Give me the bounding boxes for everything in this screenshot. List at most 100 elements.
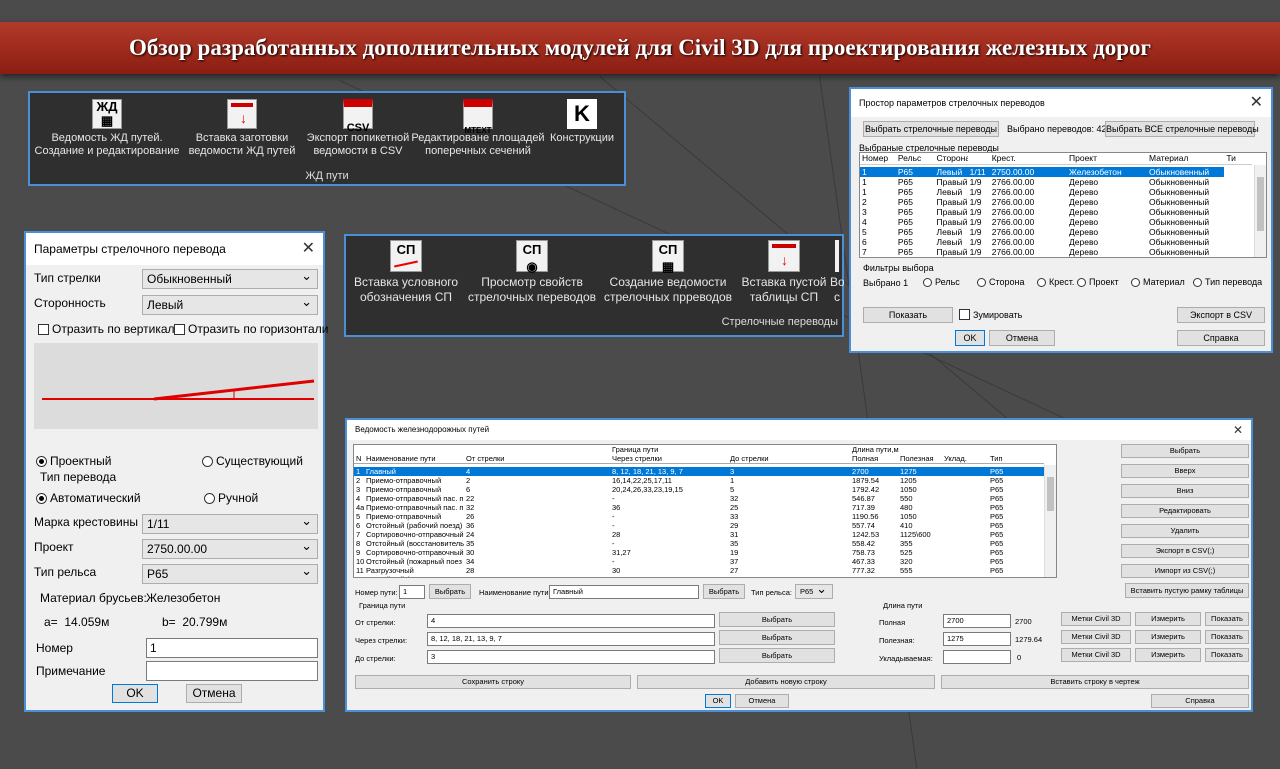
side-button[interactable]: Выбрать: [1121, 444, 1249, 458]
close-icon[interactable]: ✕: [302, 233, 315, 265]
side-select[interactable]: Левый: [142, 293, 318, 315]
marks-button[interactable]: Метки Civil 3D: [1061, 630, 1131, 644]
filter-radio[interactable]: Сторона: [977, 277, 1025, 287]
cut-off-button[interactable]: Во с: [830, 240, 844, 305]
constructions-button[interactable]: K Конструкции: [546, 99, 618, 145]
insert-tracks-template-button[interactable]: ↓ Вставка заготовки ведомости ЖД путей: [182, 99, 302, 158]
laid-length-input[interactable]: [943, 650, 1011, 664]
side-button[interactable]: Вниз: [1121, 484, 1249, 498]
table-row[interactable]: 1 Главный 4 8, 12, 18, 21, 13, 9, 7 3 2700 127…: [354, 466, 1044, 476]
track-number-input[interactable]: 1: [399, 585, 425, 599]
side-button[interactable]: Вверх: [1121, 464, 1249, 478]
measure-button[interactable]: Измерить: [1135, 648, 1201, 662]
track-name-input[interactable]: Главный: [549, 585, 699, 599]
filter-radio[interactable]: Проект: [1077, 277, 1119, 287]
pick-to-button[interactable]: Выбрать: [719, 648, 835, 663]
help-button[interactable]: Справка: [1151, 694, 1249, 708]
marks-button[interactable]: Метки Civil 3D: [1061, 612, 1131, 626]
list-item[interactable]: 1 Р65 Правый 1/9 2766.00.00 Дерево Обыкновенны…: [860, 177, 1252, 187]
measure-button[interactable]: Измерить: [1135, 630, 1201, 644]
save-row-button[interactable]: Сохранить строку: [355, 675, 631, 689]
close-icon[interactable]: ✕: [1233, 420, 1243, 440]
select-switches-button[interactable]: Выбрать стрелочные переводы: [863, 121, 999, 137]
cancel-button[interactable]: Отмена: [989, 330, 1055, 346]
pick-from-button[interactable]: Выбрать: [719, 612, 835, 627]
export-csv-button[interactable]: CSV Экспорт попикетной ведомости в CSV: [298, 99, 418, 158]
project-select[interactable]: 2750.00.00: [142, 537, 318, 559]
tracks-table[interactable]: Граница пути Длина пути,м N Наименование пу…: [353, 444, 1057, 578]
list-item[interactable]: 2 Р65 Правый 1/9 2766.00.00 Дерево Обыкновенны…: [860, 197, 1252, 207]
number-input[interactable]: 1: [146, 638, 318, 658]
full-length-input[interactable]: 2700: [943, 614, 1011, 628]
table-row[interactable]: 10 Отстойный (пожарный поез 34 - 37 467.33 320…: [354, 557, 1044, 566]
existing-radio[interactable]: Существующий: [202, 454, 303, 468]
flip-horizontal-checkbox[interactable]: Отразить по горизонтали: [174, 322, 328, 336]
showb-button[interactable]: Показать: [1205, 612, 1249, 626]
side-button[interactable]: Экспорт в CSV(;): [1121, 544, 1249, 558]
measure-button[interactable]: Измерить: [1135, 612, 1201, 626]
table-row[interactable]: 4а Приемо-отправочный пас. п 32 36 25 717.39 4…: [354, 503, 1044, 512]
add-row-button[interactable]: Добавить новую строку: [637, 675, 935, 689]
flip-vertical-checkbox[interactable]: Отразить по вертикали: [38, 322, 181, 336]
frog-mark-select[interactable]: 1/11: [142, 512, 318, 534]
designed-radio[interactable]: Проектный: [36, 454, 111, 468]
close-icon[interactable]: ✕: [1250, 89, 1263, 117]
pick-name-button[interactable]: Выбрать: [703, 584, 745, 599]
table-row[interactable]: 9 Сортировочно-отправочный 30 31,27 19 758.73…: [354, 548, 1044, 557]
rail-type-select[interactable]: Р65: [795, 582, 833, 599]
to-switch-input[interactable]: 3: [427, 650, 715, 664]
list-item[interactable]: 1 Р65 Левый 1/9 2766.00.00 Дерево Обыкновенный: [860, 187, 1252, 197]
list-item[interactable]: 6 Р65 Левый 1/9 2766.00.00 Дерево Обыкновенный: [860, 237, 1252, 247]
table-row[interactable]: 12Отстойный (снегоочистите1-упор1733.991…: [354, 575, 1044, 578]
through-switches-input[interactable]: 8, 12, 18, 21, 13, 9, 7: [427, 632, 715, 646]
insert-frame-button[interactable]: Вставить пустую рамку таблицы: [1125, 583, 1249, 598]
ok-button[interactable]: OK: [705, 694, 731, 708]
table-row[interactable]: 5 Приемо-отправочный 26 - 33 1190.56 1050 Р65: [354, 512, 1044, 521]
edit-sections-button[interactable]: MTEXT Редактироване площадей поперечных …: [408, 99, 548, 158]
scrollbar[interactable]: [1254, 165, 1266, 257]
showb-button[interactable]: Показать: [1205, 648, 1249, 662]
list-item[interactable]: 3 Р65 Правый 1/9 2766.00.00 Дерево Обыкновенны…: [860, 207, 1252, 217]
view-switch-props-button[interactable]: СП ◉ Просмотр свойств стрелочных переводо…: [462, 240, 602, 305]
tracks-statement-button[interactable]: ЖД ▦ Ведомость ЖД путей. Создание и редак…: [32, 99, 182, 158]
from-switch-input[interactable]: 4: [427, 614, 715, 628]
auto-radio[interactable]: Автоматический: [36, 491, 141, 505]
table-row[interactable]: 6 Отстойный (рабочий поезд) 36 - 29 557.74 410…: [354, 521, 1044, 530]
showb-button[interactable]: Показать: [1205, 630, 1249, 644]
side-button[interactable]: Редактировать: [1121, 504, 1249, 518]
insert-empty-switch-table-button[interactable]: ↓ Вставка пустой таблицы СП: [738, 240, 830, 305]
rail-type-select[interactable]: Р65: [142, 562, 318, 584]
marks-button[interactable]: Метки Civil 3D: [1061, 648, 1131, 662]
filter-radio[interactable]: Рельс: [923, 277, 960, 287]
pick-through-button[interactable]: Выбрать: [719, 630, 835, 645]
show-button[interactable]: Показать: [863, 307, 953, 323]
useful-length-input[interactable]: 1275: [943, 632, 1011, 646]
table-row[interactable]: 8 Отстойный (восстановитель 35-35 558.42 355…: [354, 539, 1044, 548]
help-button[interactable]: Справка: [1177, 330, 1265, 346]
table-row[interactable]: 11 Разгрузочный 28 30 27 777.32 555 Р65: [354, 566, 1044, 575]
side-button[interactable]: Удалить: [1121, 524, 1249, 538]
note-input[interactable]: [146, 661, 318, 681]
filter-radio[interactable]: Крест.: [1037, 277, 1074, 287]
insert-row-button[interactable]: Вставить строку в чертеж: [941, 675, 1249, 689]
ok-button[interactable]: OK: [112, 684, 158, 703]
select-all-switches-button[interactable]: Выбрать ВСЕ стрелочные переводы: [1105, 121, 1259, 137]
switch-type-select[interactable]: Обыкновенный: [142, 267, 318, 289]
zoom-checkbox[interactable]: Зумировать: [959, 309, 1022, 320]
create-switch-statement-button[interactable]: СП ▦ Создание ведомости стрелочных пррево…: [600, 240, 736, 305]
manual-radio[interactable]: Ручной: [204, 491, 258, 505]
insert-switch-symbol-button[interactable]: СП Вставка условного обозначения СП: [350, 240, 462, 305]
cancel-button[interactable]: Отмена: [186, 684, 242, 703]
filter-radio[interactable]: Тип перевода: [1193, 277, 1262, 287]
side-button[interactable]: Импорт из CSV(;): [1121, 564, 1249, 578]
list-item[interactable]: 4 Р65 Правый 1/9 2766.00.00 Дерево Обыкновенны…: [860, 217, 1252, 227]
export-csv-button[interactable]: Экспорт в CSV: [1177, 307, 1265, 323]
table-row[interactable]: 3 Приемо-отправочный 6 20,24,26,33,23,19,15…: [354, 485, 1044, 494]
list-item[interactable]: 8Р65Правый1/92766.00.00ДеревоОбыкновенны…: [860, 257, 1252, 258]
filter-radio[interactable]: Материал: [1131, 277, 1185, 287]
ok-button[interactable]: OK: [955, 330, 985, 346]
table-row[interactable]: 7 Сортировочно-отправочный 24 28 31 1242.53 11…: [354, 530, 1044, 539]
switch-list[interactable]: Номер Рельс Сторона Крест. Проект Материал Ти 1…: [859, 152, 1267, 258]
table-row[interactable]: 2 Приемо-отправочный 2 16,14,22,25,17,11 1 18…: [354, 476, 1044, 485]
list-item[interactable]: 5 Р65 Левый 1/9 2766.00.00 Дерево Обыкновенный: [860, 227, 1252, 237]
